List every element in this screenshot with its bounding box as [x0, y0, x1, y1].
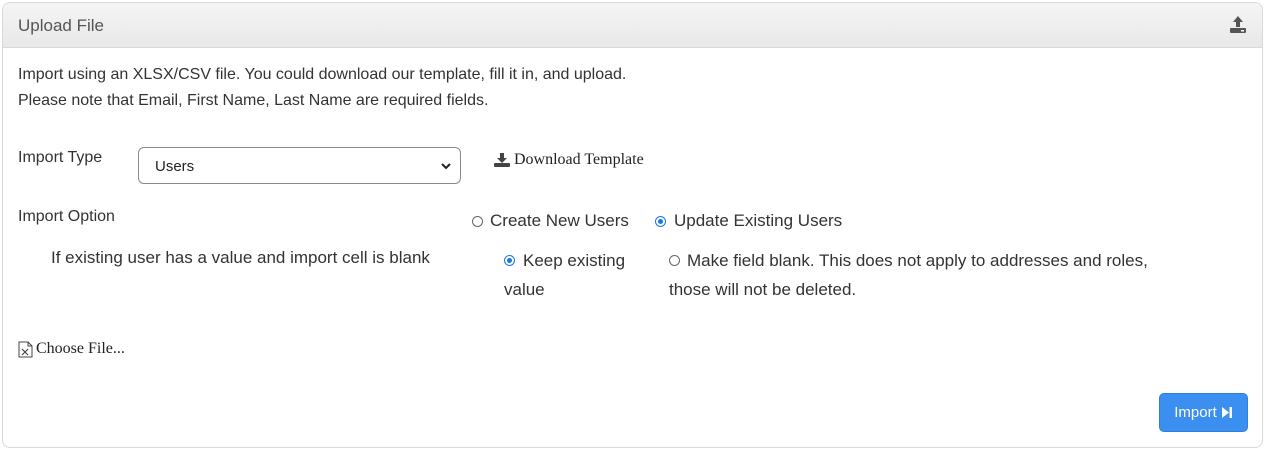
keep-existing-label-line-2: value: [504, 280, 545, 299]
import-button-label: Import: [1174, 404, 1217, 421]
choose-file-button[interactable]: Choose File...: [18, 340, 125, 358]
choose-file-label: Choose File...: [36, 340, 125, 357]
radio-keep-existing-value[interactable]: [504, 255, 515, 266]
download-template-label: Download Template: [514, 151, 644, 168]
make-blank-label-line-1: Make field blank. This does not apply to…: [687, 251, 1148, 270]
download-icon: [494, 153, 510, 167]
excel-file-icon: [18, 341, 33, 357]
create-new-users-label: Create New Users: [490, 211, 629, 230]
radio-update-existing-users[interactable]: [655, 216, 666, 227]
import-type-label: Import Type: [18, 149, 103, 166]
step-forward-icon: [1221, 407, 1232, 418]
upload-file-panel: Upload File Import using an XLSX/CSV fil…: [2, 2, 1263, 448]
panel-header: Upload File: [3, 3, 1262, 48]
description-line-2: Please note that Email, First Name, Last…: [18, 92, 489, 109]
download-template-link[interactable]: Download Template: [494, 151, 644, 169]
import-type-value: Users: [155, 158, 195, 175]
import-type-select[interactable]: Users: [138, 147, 461, 184]
upload-icon[interactable]: [1228, 14, 1248, 34]
import-option-label: Import Option: [18, 208, 115, 225]
radio-create-new-users[interactable]: [472, 216, 483, 227]
chevron-down-icon: [441, 163, 451, 170]
description-line-1: Import using an XLSX/CSV file. You could…: [18, 66, 627, 83]
radio-make-field-blank[interactable]: [669, 255, 680, 266]
make-blank-label-line-2: those will not be deleted.: [669, 280, 857, 299]
keep-existing-label-line-1: Keep existing: [523, 251, 626, 270]
blank-handling-label: If existing user has a value and import …: [51, 248, 430, 267]
import-button[interactable]: Import: [1159, 393, 1248, 432]
panel-title: Upload File: [18, 16, 104, 35]
update-existing-users-label: Update Existing Users: [674, 211, 843, 230]
